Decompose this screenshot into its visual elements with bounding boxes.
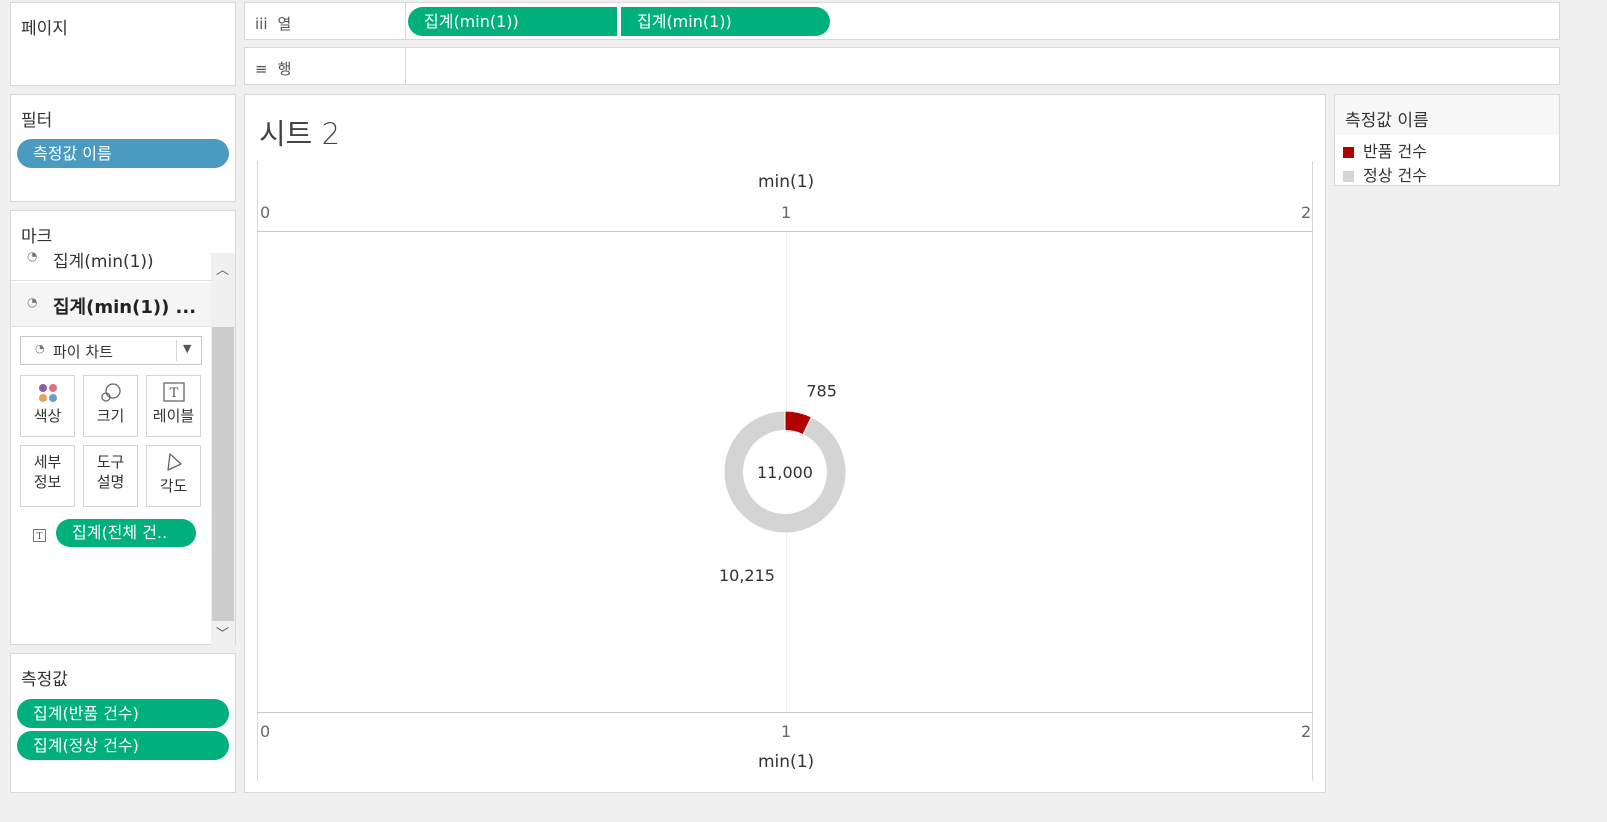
sheet-title: 시트 2 (259, 117, 341, 151)
marks-layer-2[interactable]: ◔ 집계(min(1)) ... (11, 283, 211, 327)
marks-layer-1-label: 집계(min(1)) (53, 252, 154, 272)
mark-type-label: 파이 차트 (53, 343, 113, 361)
sheet-view: 시트 2 min(1) 0 1 2 785 10,215 11,000 0 1 2 … (244, 94, 1326, 793)
filters-panel: 필터 측정값 이름 (10, 94, 236, 202)
marks-layer-2-label: 집계(min(1)) ... (53, 297, 197, 318)
top-axis-tick-1: 1 (781, 203, 792, 222)
marks-size-button[interactable]: 크기 (83, 375, 138, 437)
donut-center-label: 11,000 (757, 463, 813, 482)
columns-pill-1[interactable]: 집계(min(1)) (408, 7, 617, 36)
marks-color-button[interactable]: 색상 (20, 375, 75, 437)
marks-panel: 마크 ◔ 집계(min(1)) ◔ 집계(min(1)) ... ︿ ﹀ ◔ 파… (10, 210, 236, 645)
view-right-border (1312, 161, 1313, 781)
size-icon (84, 376, 137, 406)
marks-angle-button[interactable]: 각도 (146, 445, 201, 507)
text-label-icon: T (147, 376, 200, 406)
columns-shelf-divider (405, 3, 406, 39)
pages-panel-title: 페이지 (21, 19, 68, 39)
measure-pill-returns[interactable]: 집계(반품 건수) (17, 699, 229, 728)
rows-shelf[interactable]: ≡ 행 (244, 47, 1560, 85)
columns-shelf-label: iii 열 (255, 15, 292, 33)
legend-item-normal[interactable]: 정상 건수 (1343, 162, 1427, 186)
bottom-axis-title: min(1) (758, 752, 815, 772)
bottom-axis-tick-1: 1 (781, 722, 792, 741)
pie-chart-icon: ◔ (35, 342, 45, 355)
legend-item-returns[interactable]: 반품 건수 (1343, 138, 1427, 162)
scroll-up-icon[interactable]: ︿ (216, 259, 229, 278)
marks-scrollbar[interactable]: ︿ ﹀ (211, 253, 235, 645)
marks-label-button[interactable]: T 레이블 (146, 375, 201, 437)
marks-tooltip-button[interactable]: 도구 설명 (83, 445, 138, 507)
rows-shelf-divider (405, 48, 406, 84)
top-axis-tick-2: 2 (1301, 203, 1312, 222)
marks-detail-button[interactable]: 세부 정보 (20, 445, 75, 507)
marks-panel-title: 마크 (21, 227, 53, 247)
filters-panel-title: 필터 (21, 111, 53, 131)
legend-panel: 측정값 이름 반품 건수 정상 건수 (1334, 94, 1560, 186)
columns-pill-2[interactable]: 집계(min(1)) (621, 7, 830, 36)
filter-pill-measure-names[interactable]: 측정값 이름 (17, 139, 229, 168)
measure-values-title: 측정값 (21, 670, 68, 690)
svg-text:T: T (36, 532, 42, 542)
label-pill-total-count[interactable]: 집계(전체 건.. (56, 519, 196, 547)
legend-title: 측정값 이름 (1345, 111, 1429, 131)
pie-layer-icon: ◔ (27, 249, 38, 263)
marks-layer-1[interactable]: ◔ 집계(min(1)) (11, 247, 211, 281)
bottom-axis-line (257, 712, 1313, 713)
svg-text:T: T (169, 386, 178, 401)
top-axis-tick-0: 0 (260, 203, 271, 222)
pie-layer-icon: ◔ (27, 295, 38, 309)
legend-swatch-normal (1343, 171, 1354, 182)
text-field-icon: T (33, 527, 46, 546)
scrollbar-thumb[interactable] (212, 327, 234, 621)
bottom-axis-tick-2: 2 (1301, 722, 1312, 741)
top-axis-title: min(1) (758, 172, 815, 192)
pie-slice-label-2: 10,215 (719, 566, 775, 585)
donut-chart[interactable]: 785 10,215 11,000 (258, 232, 1312, 712)
scroll-down-icon[interactable]: ﹀ (216, 623, 229, 642)
rows-icon: ≡ (255, 60, 268, 78)
measure-values-panel: 측정값 집계(반품 건수) 집계(정상 건수) (10, 653, 236, 793)
dropdown-divider (176, 340, 177, 361)
columns-shelf[interactable]: iii 열 집계(min(1)) 집계(min(1)) (244, 2, 1560, 40)
legend-swatch-returns (1343, 147, 1354, 158)
chart-pane[interactable]: 785 10,215 11,000 (258, 232, 1312, 712)
chevron-down-icon[interactable]: ▼ (183, 342, 191, 355)
pie-slice-label-1: 785 (806, 382, 837, 401)
measure-pill-normal[interactable]: 집계(정상 건수) (17, 731, 229, 760)
columns-icon: iii (255, 15, 268, 33)
color-icon (21, 376, 74, 406)
mark-type-dropdown[interactable]: ◔ 파이 차트 ▼ (20, 336, 202, 365)
bottom-axis-tick-0: 0 (260, 722, 271, 741)
pages-panel: 페이지 (10, 2, 236, 86)
rows-shelf-label: ≡ 행 (255, 60, 292, 78)
angle-icon (147, 446, 200, 476)
